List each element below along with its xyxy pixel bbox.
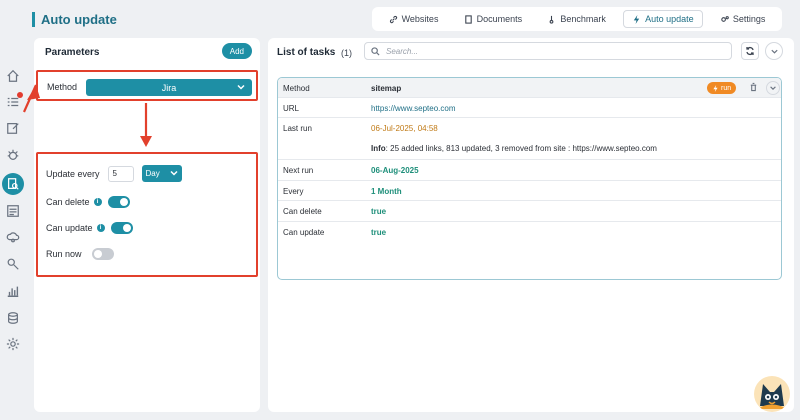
assistant-avatar[interactable] [754, 376, 790, 412]
row-key: URL [283, 104, 300, 113]
can-delete-label: Can delete [46, 197, 90, 207]
row-key: Can delete [283, 207, 322, 216]
tasks-count: (1) [341, 48, 352, 58]
row-key: Can update [283, 228, 325, 237]
lightning-icon [713, 84, 718, 92]
run-label: run [721, 84, 732, 92]
row-key: Method [283, 84, 310, 93]
table-row: Can update true [278, 222, 781, 242]
row-value: true [371, 228, 387, 237]
row-key: Next run [283, 166, 314, 175]
collapse-button[interactable] [766, 81, 780, 95]
chevron-down-icon [170, 170, 178, 176]
unit-value: Day [145, 169, 160, 178]
refresh-icon [746, 46, 754, 56]
table-row: URL https://www.septeo.com [278, 98, 781, 118]
search-placeholder: Search... [386, 46, 419, 56]
can-update-toggle[interactable] [110, 222, 133, 234]
run-now-label: Run now [46, 249, 82, 259]
arrow-to-rail [27, 85, 40, 100]
tasks-title: List of tasks [277, 47, 336, 58]
trash-icon[interactable] [749, 82, 758, 92]
task-card[interactable]: Method sitemap run URL https://www.septe… [277, 77, 782, 280]
can-update-label: Can update [46, 223, 93, 233]
refresh-button[interactable] [741, 42, 759, 60]
row-key: Every [283, 187, 304, 196]
table-row: Every 1 Month [278, 181, 781, 201]
row-value[interactable]: https://www.septeo.com [371, 104, 455, 113]
search-input[interactable]: Search... [364, 42, 732, 60]
row-value: 06-Jul-2025, 04:58 [371, 124, 438, 133]
tasks-panel: List of tasks (1) Search... Method sitem… [268, 38, 794, 412]
params-highlight: Update every 5 Day Can delete i Can upda… [36, 152, 258, 277]
row-value: 1 Month [371, 187, 402, 196]
info-value: : 25 added links, 813 updated, 3 removed… [385, 144, 657, 153]
mascot-icon [757, 384, 787, 409]
can-delete-toggle[interactable] [107, 196, 130, 208]
unit-select[interactable]: Day [141, 165, 182, 182]
update-every-label: Update every [46, 168, 100, 179]
row-key: Last run [283, 124, 312, 133]
row-value: sitemap [371, 84, 402, 93]
info-row: Info: 25 added links, 813 updated, 3 rem… [371, 144, 657, 153]
expand-button[interactable] [765, 42, 783, 60]
table-row: Next run 06-Aug-2025 [278, 160, 781, 181]
table-row: Last run 06-Jul-2025, 04:58 Info: 25 add… [278, 118, 781, 160]
info-label: Info [371, 144, 386, 153]
run-now-toggle[interactable] [91, 248, 114, 260]
update-every-row: Update every 5 Day [46, 165, 182, 182]
row-value: true [371, 207, 387, 216]
can-update-row: Can update i [46, 222, 133, 234]
arrow-to-params [140, 136, 152, 147]
table-row: Method sitemap run [278, 78, 781, 98]
info-icon[interactable]: i [93, 198, 102, 206]
chevron-down-icon [770, 86, 776, 90]
table-row: Can delete true [278, 201, 781, 222]
info-icon[interactable]: i [96, 224, 105, 232]
row-value: 06-Aug-2025 [371, 166, 419, 175]
chevron-down-icon [770, 49, 778, 54]
search-icon [371, 46, 380, 56]
update-every-input[interactable]: 5 [107, 165, 134, 182]
run-now-row: Run now [46, 248, 114, 260]
run-button[interactable]: run [707, 82, 737, 94]
can-delete-row: Can delete i [46, 196, 130, 208]
